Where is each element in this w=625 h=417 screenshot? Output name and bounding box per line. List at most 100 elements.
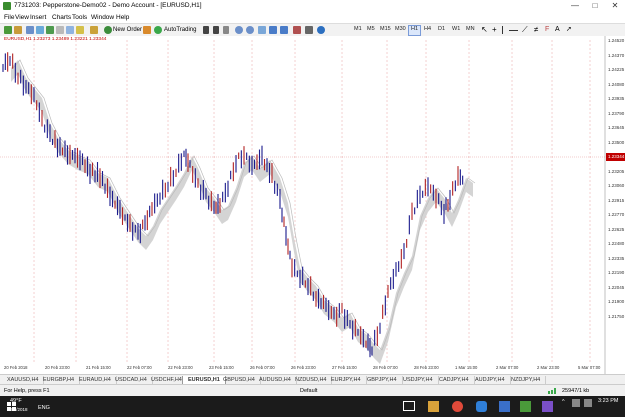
volume-icon[interactable] xyxy=(584,399,592,407)
tab-eurjpy-h4[interactable]: EURJPY,H4 xyxy=(326,376,367,384)
price-label: 1.23935 xyxy=(608,96,625,101)
autoscroll-icon[interactable] xyxy=(269,26,277,34)
strategy-tester-icon[interactable] xyxy=(66,26,74,34)
profiles-icon[interactable] xyxy=(14,26,22,34)
vertical-line-icon[interactable] xyxy=(502,26,503,34)
price-label: 1.23205 xyxy=(608,168,625,174)
fibonacci-icon[interactable]: F xyxy=(545,26,549,34)
new-chart-icon[interactable] xyxy=(4,26,12,34)
price-label: 1.24520 xyxy=(608,38,625,43)
arrows-icon[interactable]: ➚ xyxy=(566,26,572,34)
price-label: 1.23344 xyxy=(608,154,625,159)
app-taskbar-icon[interactable] xyxy=(542,401,553,412)
weather-temp: 49°F xyxy=(10,398,22,404)
price-label: 1.21900 xyxy=(608,299,625,304)
price-label: 1.22915 xyxy=(608,197,625,203)
menu-help[interactable]: Help xyxy=(116,14,129,21)
autotrading-icon[interactable] xyxy=(154,26,162,34)
new-order-icon[interactable] xyxy=(104,26,112,34)
date-label: 22 Feb 07:00 xyxy=(127,365,152,370)
tile-windows-icon[interactable] xyxy=(258,26,266,34)
chart-window[interactable]: EURUSD,H1 1.23273 1.23489 1.23221 1.2334… xyxy=(0,36,625,374)
app-icon xyxy=(3,2,11,10)
date-label: 28 Feb 07:00 xyxy=(373,365,398,370)
timeframe-m30[interactable]: M30 xyxy=(393,25,408,34)
price-label: 1.22190 xyxy=(608,270,625,275)
indicators-icon[interactable] xyxy=(293,26,301,34)
cursor-icon[interactable]: ↖ xyxy=(481,26,488,34)
price-label: 1.23060 xyxy=(608,183,625,188)
tab-nzdjpy-h4[interactable]: NZDJPY,H4 xyxy=(506,376,547,384)
price-label: 1.22335 xyxy=(608,255,625,261)
menu-bar: File View Insert Charts Tools Window Hel… xyxy=(0,12,625,23)
maximize-button[interactable]: □ xyxy=(585,0,605,12)
price-label: 1.24370 xyxy=(608,52,625,58)
timeframe-m5[interactable]: M5 xyxy=(365,25,377,34)
price-label: 1.22480 xyxy=(608,241,625,246)
tab-gbpjpy-h4[interactable]: GBPJPY,H4 xyxy=(362,376,403,384)
clock-date[interactable]: 3/5/2018 xyxy=(10,407,28,412)
tab-usdjpy-h4[interactable]: USDJPY,H4 xyxy=(398,376,439,384)
price-label: 1.22770 xyxy=(608,212,625,217)
history-icon[interactable] xyxy=(90,26,98,34)
zoom-in-icon[interactable] xyxy=(235,26,243,34)
channel-icon[interactable]: ≠ xyxy=(534,26,538,34)
trendline-icon[interactable]: ⟋ xyxy=(522,26,528,34)
edge-icon[interactable] xyxy=(476,401,487,412)
price-chart[interactable] xyxy=(0,36,625,374)
menu-window[interactable]: Window xyxy=(91,14,114,21)
clock-time[interactable]: 3:23 PM xyxy=(598,398,618,404)
chrome-icon[interactable] xyxy=(452,401,463,412)
timeframe-mn[interactable]: MN xyxy=(464,25,477,34)
menu-insert[interactable]: Insert xyxy=(30,14,46,21)
timeframe-m1[interactable]: M1 xyxy=(352,25,364,34)
crosshair-icon[interactable]: + xyxy=(492,26,497,34)
terminal-icon[interactable] xyxy=(56,26,64,34)
timeframe-d1[interactable]: D1 xyxy=(436,25,447,34)
tab-audjpy-h4[interactable]: AUDJPY,H4 xyxy=(470,376,511,384)
templates-icon[interactable] xyxy=(305,26,313,34)
periods-icon[interactable] xyxy=(317,26,325,34)
market-watch-icon[interactable] xyxy=(26,26,34,34)
autotrading-button[interactable]: AutoTrading xyxy=(164,27,196,33)
data-window-icon[interactable] xyxy=(36,26,44,34)
timeframe-w1[interactable]: W1 xyxy=(450,25,462,34)
navigator-icon[interactable] xyxy=(46,26,54,34)
menu-charts[interactable]: Charts xyxy=(52,14,71,21)
tab-cadjpy-h4[interactable]: CADJPY,H4 xyxy=(434,376,475,384)
new-order-button[interactable]: New Order xyxy=(113,27,142,33)
timeframe-h4[interactable]: H4 xyxy=(422,25,433,34)
candlestick-icon[interactable] xyxy=(213,26,219,34)
bar-chart-icon[interactable] xyxy=(203,26,209,34)
line-chart-icon[interactable] xyxy=(223,26,229,34)
network-icon[interactable] xyxy=(572,399,580,407)
date-label: 22 Feb 23:00 xyxy=(168,365,193,370)
date-label: 1 Mar 15:00 xyxy=(455,365,478,370)
minimize-button[interactable]: — xyxy=(565,0,585,12)
close-button[interactable]: ✕ xyxy=(605,0,625,12)
menu-tools[interactable]: Tools xyxy=(72,14,87,21)
input-language[interactable]: ENG xyxy=(38,405,50,411)
zoom-out-icon[interactable] xyxy=(246,26,254,34)
timeframe-m15[interactable]: M15 xyxy=(378,25,393,34)
expert-advisors-icon[interactable] xyxy=(143,26,151,34)
metatrader-taskbar-icon[interactable] xyxy=(520,401,531,412)
file-explorer-icon[interactable] xyxy=(428,401,439,412)
date-label: 28 Feb 23:00 xyxy=(414,365,439,370)
ichimoku-cloud xyxy=(11,60,473,364)
price-label: 1.23645 xyxy=(608,125,625,130)
date-label: 26 Feb 07:00 xyxy=(250,365,275,370)
menu-view[interactable]: View xyxy=(15,14,29,21)
price-label: 1.24225 xyxy=(608,67,625,72)
connection-icon xyxy=(548,388,558,394)
mail-icon[interactable] xyxy=(499,401,510,412)
chart-shift-icon[interactable] xyxy=(280,26,288,34)
date-label: 23 Feb 15:00 xyxy=(209,365,234,370)
timeframe-h1[interactable]: H1 xyxy=(408,25,422,36)
horizontal-line-icon[interactable] xyxy=(509,30,518,31)
metaeditor-icon[interactable] xyxy=(76,26,84,34)
text-label-icon[interactable]: A xyxy=(555,26,560,34)
task-view-icon[interactable] xyxy=(403,401,415,411)
menu-file[interactable]: File xyxy=(4,14,14,21)
notification-chevron-icon[interactable]: ^ xyxy=(562,399,565,405)
